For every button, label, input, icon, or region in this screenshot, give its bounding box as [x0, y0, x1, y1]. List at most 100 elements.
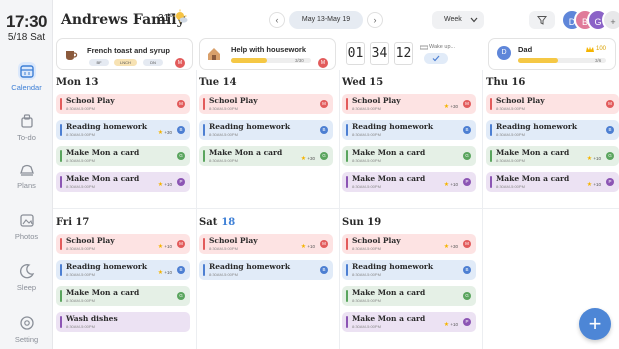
- event-card[interactable]: School Play 8:30AM-5:00PM ★ +30 M: [342, 94, 476, 114]
- day-header: Tue 14: [199, 77, 237, 88]
- star-icon: ★: [443, 182, 450, 188]
- points-value: +30: [164, 130, 172, 135]
- event-card[interactable]: Reading homework 8:30AM-5:00PM B: [342, 260, 476, 280]
- assignee-avatar: B: [463, 126, 471, 134]
- assignee-avatar: P: [177, 178, 185, 186]
- assignee-avatar: G: [177, 292, 185, 300]
- star-icon: ★: [586, 156, 593, 162]
- star-icon: ★: [443, 244, 450, 250]
- chore-progress-fill: [231, 58, 267, 63]
- nav-photos[interactable]: Photos: [0, 211, 53, 241]
- star-icon: ★: [157, 130, 164, 136]
- day-header: Wed 15: [342, 77, 383, 88]
- event-name: Wash dishes: [66, 314, 118, 323]
- event-points: ★ +10: [587, 155, 601, 162]
- meal-chip-dn: DN: [143, 59, 163, 66]
- event-card[interactable]: Reading homework 8:30AM-5:00PM ★ +30 B: [56, 120, 190, 140]
- event-points: ★ +10: [444, 181, 458, 188]
- event-points: ★ +10: [158, 243, 172, 250]
- event-card[interactable]: School Play 8:30AM-5:00PM ★ +10 M: [56, 234, 190, 254]
- event-card[interactable]: School Play 8:30AM-5:00PM M: [486, 94, 619, 114]
- chore-summary-card[interactable]: Help with housework 3/30 M: [199, 38, 336, 70]
- event-name: Reading homework: [209, 262, 291, 271]
- event-card[interactable]: Make Mon a card 8:30AM-5:00PM G: [342, 286, 476, 306]
- event-card[interactable]: Make Mon a card 8:30AM-5:00PM ★ +30 G: [199, 146, 333, 166]
- event-card[interactable]: Reading homework 8:30AM-5:00PM B: [199, 260, 333, 280]
- event-time: 8:30AM-5:00PM: [209, 132, 238, 137]
- event-card[interactable]: Make Mon a card 8:30AM-5:00PM ★ +10 P: [342, 312, 476, 332]
- event-card[interactable]: School Play 8:30AM-5:00PM ★ +30 M: [342, 234, 476, 254]
- event-card[interactable]: Make Mon a card 8:30AM-5:00PM G: [56, 146, 190, 166]
- nav-label: Plans: [17, 181, 36, 190]
- event-name: Reading homework: [66, 122, 148, 131]
- next-week-button[interactable]: ›: [367, 12, 383, 28]
- event-card[interactable]: Wash dishes 8:30AM-5:00PM: [56, 312, 190, 332]
- event-card[interactable]: Reading homework 8:30AM-5:00PM B: [486, 120, 619, 140]
- nav-sleep[interactable]: Sleep: [0, 262, 53, 292]
- event-card[interactable]: Reading homework 8:30AM-5:00PM B: [199, 120, 333, 140]
- meal-summary-card[interactable]: French toast and syrup BF LNCH DN M: [56, 38, 193, 70]
- timer-seconds: 12: [394, 42, 413, 65]
- house-icon: [208, 48, 220, 60]
- event-card[interactable]: School Play 8:30AM-5:00PM M: [199, 94, 333, 114]
- assignee-avatar: B: [463, 266, 471, 274]
- event-name: Make Mon a card: [209, 148, 283, 157]
- event-card[interactable]: School Play 8:30AM-5:00PM ★ +10 M: [199, 234, 333, 254]
- event-color-bar: [346, 238, 348, 250]
- dad-points-card[interactable]: D Dad 100 3/6: [488, 38, 616, 70]
- event-color-bar: [346, 150, 348, 162]
- prev-week-button[interactable]: ‹: [269, 12, 285, 28]
- assignee-avatar: B: [320, 126, 328, 134]
- event-card[interactable]: School Play 8:30AM-5:00PM M: [56, 94, 190, 114]
- event-points: ★ +10: [301, 243, 315, 250]
- event-card[interactable]: Make Mon a card 8:30AM-5:00PM ★ +10 P: [486, 172, 619, 192]
- dad-name: Dad: [518, 45, 533, 54]
- event-name: School Play: [209, 96, 258, 105]
- event-time: 8:30AM-5:00PM: [352, 158, 381, 163]
- photos-icon: [19, 214, 34, 227]
- add-event-button[interactable]: +: [579, 308, 611, 340]
- dad-points: 100: [596, 46, 607, 52]
- dad-progress-bar: [518, 58, 606, 63]
- date-range[interactable]: May 13-May 19: [289, 11, 363, 29]
- event-card[interactable]: Reading homework 8:30AM-5:00PM B: [342, 120, 476, 140]
- event-time: 8:30AM-5:00PM: [66, 324, 95, 329]
- event-time: 8:30AM-5:00PM: [66, 184, 95, 189]
- timer-card[interactable]: 01 34 12 Wake up...: [342, 38, 479, 70]
- event-card[interactable]: Make Mon a card 8:30AM-5:00PM ★ +10 G: [486, 146, 619, 166]
- assignee-avatar: B: [606, 126, 614, 134]
- event-time: 8:30AM-5:00PM: [352, 246, 381, 251]
- filter-button[interactable]: [529, 11, 555, 29]
- view-select[interactable]: Week: [432, 11, 484, 29]
- event-name: School Play: [66, 96, 115, 105]
- event-card[interactable]: Make Mon a card 8:30AM-5:00PM ★ +10 P: [342, 172, 476, 192]
- event-points: ★ +10: [158, 181, 172, 188]
- day-label: Thu 16: [486, 77, 526, 88]
- assignee-avatar: M: [177, 240, 185, 248]
- event-color-bar: [203, 264, 205, 276]
- event-card[interactable]: Make Mon a card 8:30AM-5:00PM ★ +10 P: [56, 172, 190, 192]
- event-time: 8:30AM-5:00PM: [496, 158, 525, 163]
- assignee-avatar: G: [320, 152, 328, 160]
- day-label: Fri 17: [56, 217, 90, 228]
- event-color-bar: [60, 150, 62, 162]
- points-value: +10: [164, 270, 172, 275]
- chore-title: Help with housework: [231, 45, 307, 54]
- day-header: Thu 16: [486, 77, 525, 88]
- wake-toggle[interactable]: [424, 53, 448, 64]
- event-card[interactable]: Make Mon a card 8:30AM-5:00PM G: [56, 286, 190, 306]
- nav-plans[interactable]: Plans: [0, 160, 53, 190]
- event-time: 8:30AM-5:00PM: [209, 106, 238, 111]
- event-card[interactable]: Make Mon a card 8:30AM-5:00PM G: [342, 146, 476, 166]
- event-name: Make Mon a card: [352, 288, 426, 297]
- points-value: +30: [450, 244, 458, 249]
- add-member-button[interactable]: +: [602, 9, 619, 31]
- event-card[interactable]: Reading homework 8:30AM-5:00PM ★ +10 B: [56, 260, 190, 280]
- coffee-icon: [66, 51, 78, 60]
- chore-progress-text: 3/30: [295, 58, 304, 63]
- nav-calendar[interactable]: Calendar: [0, 62, 53, 92]
- event-name: Reading homework: [352, 122, 434, 131]
- event-color-bar: [60, 176, 62, 188]
- nav-setting[interactable]: Setting: [0, 314, 53, 344]
- nav-todo[interactable]: To-do: [0, 112, 53, 142]
